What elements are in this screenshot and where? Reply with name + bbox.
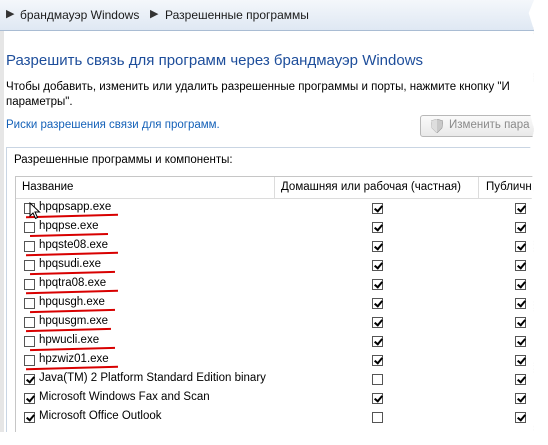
breadcrumb-firewall[interactable]: брандмауэр Windows	[20, 8, 139, 22]
public-checkbox[interactable]	[515, 222, 526, 233]
programs-table: Название Домашняя или рабочая (частная) …	[15, 176, 534, 432]
breadcrumb-separator-icon[interactable]: ▶	[150, 7, 158, 20]
public-checkbox[interactable]	[515, 412, 526, 423]
public-checkbox[interactable]	[515, 355, 526, 366]
enable-checkbox[interactable]	[24, 260, 35, 271]
table-row[interactable]: hpwucli.exe	[16, 332, 534, 352]
table-row[interactable]: hpqpsapp.exe	[16, 199, 534, 220]
public-checkbox[interactable]	[515, 241, 526, 252]
table-row[interactable]: hpqsudi.exe	[16, 256, 534, 276]
program-name: hpqusgh.exe	[39, 296, 105, 308]
public-checkbox[interactable]	[515, 374, 526, 385]
private-checkbox[interactable]	[372, 260, 383, 271]
program-name: Java(TM) 2 Platform Standard Edition bin…	[39, 372, 266, 384]
public-checkbox[interactable]	[515, 393, 526, 404]
private-checkbox[interactable]	[372, 241, 383, 252]
private-checkbox[interactable]	[372, 317, 383, 328]
private-checkbox[interactable]	[372, 203, 383, 214]
column-public[interactable]: Публичн	[486, 181, 532, 193]
breadcrumb-allowed-programs[interactable]: Разрешенные программы	[165, 8, 309, 22]
change-settings-label: Изменить пара	[449, 119, 530, 131]
column-divider[interactable]	[478, 177, 479, 198]
table-row[interactable]: hpqste08.exe	[16, 237, 534, 257]
table-row[interactable]: hpqtra08.exe	[16, 275, 534, 295]
table-row[interactable]: hpqusgh.exe	[16, 294, 534, 314]
breadcrumb-separator-icon[interactable]: ▶	[6, 7, 14, 20]
enable-checkbox[interactable]	[24, 374, 35, 385]
program-name: hpqsudi.exe	[39, 258, 102, 270]
program-name: hpqusgm.exe	[39, 315, 109, 327]
program-name: Microsoft Office Outlook	[39, 410, 162, 422]
private-checkbox[interactable]	[372, 298, 383, 309]
private-checkbox[interactable]	[372, 336, 383, 347]
column-divider[interactable]	[274, 177, 275, 198]
enable-checkbox[interactable]	[24, 298, 35, 309]
enable-checkbox[interactable]	[24, 412, 35, 423]
public-checkbox[interactable]	[515, 317, 526, 328]
program-name: hpwucli.exe	[39, 334, 100, 346]
public-checkbox[interactable]	[515, 298, 526, 309]
table-row[interactable]: hpzwiz01.exe	[16, 351, 534, 371]
enable-checkbox[interactable]	[24, 241, 35, 252]
table-row[interactable]: hpqpse.exe	[16, 218, 534, 238]
private-checkbox[interactable]	[372, 279, 383, 290]
uac-shield-icon	[431, 119, 443, 133]
column-private[interactable]: Домашняя или рабочая (частная)	[281, 181, 461, 193]
enable-checkbox[interactable]	[24, 336, 35, 347]
address-bar: ▶ брандмауэр Windows ▶ Разрешенные прогр…	[0, 0, 534, 31]
private-checkbox[interactable]	[372, 393, 383, 404]
risk-link[interactable]: Риски разрешения связи для программ.	[6, 119, 220, 131]
description-line-2: параметры".	[6, 96, 73, 108]
screenshot-frame: ▶ брандмауэр Windows ▶ Разрешенные прогр…	[0, 0, 534, 432]
public-checkbox[interactable]	[515, 203, 526, 214]
description-line-1: Чтобы добавить, изменить или удалить раз…	[6, 81, 510, 93]
program-name: hpzwiz01.exe	[39, 353, 109, 365]
enable-checkbox[interactable]	[24, 279, 35, 290]
table-row[interactable]: Microsoft Windows Fax and Scan	[16, 389, 534, 408]
program-name: hpqste08.exe	[39, 239, 109, 251]
public-checkbox[interactable]	[515, 336, 526, 347]
private-checkbox[interactable]	[372, 222, 383, 233]
enable-checkbox[interactable]	[24, 317, 35, 328]
page-title: Разрешить связь для программ через бранд…	[6, 52, 424, 69]
program-name: hpqtra08.exe	[39, 277, 107, 289]
left-edge	[0, 31, 4, 432]
private-checkbox[interactable]	[372, 374, 383, 385]
table-row[interactable]: Java(TM) 2 Platform Standard Edition bin…	[16, 370, 534, 389]
enable-checkbox[interactable]	[24, 222, 35, 233]
group-label: Разрешенные программы и компоненты:	[14, 154, 233, 166]
program-name: hpqpse.exe	[39, 220, 99, 232]
table-row[interactable]: hpqusgm.exe	[16, 313, 534, 333]
enable-checkbox[interactable]	[24, 393, 35, 404]
table-row[interactable]: Microsoft Office Outlook	[16, 408, 534, 427]
public-checkbox[interactable]	[515, 279, 526, 290]
enable-checkbox[interactable]	[24, 355, 35, 366]
table-header: Название Домашняя или рабочая (частная) …	[16, 177, 534, 199]
program-name: Microsoft Windows Fax and Scan	[39, 391, 210, 403]
main-content: Разрешить связь для программ через бранд…	[0, 31, 534, 432]
private-checkbox[interactable]	[372, 412, 383, 423]
change-settings-button[interactable]: Изменить пара	[420, 115, 534, 137]
public-checkbox[interactable]	[515, 260, 526, 271]
program-name: hpqpsapp.exe	[39, 201, 112, 213]
column-name[interactable]: Название	[22, 181, 73, 193]
private-checkbox[interactable]	[372, 355, 383, 366]
